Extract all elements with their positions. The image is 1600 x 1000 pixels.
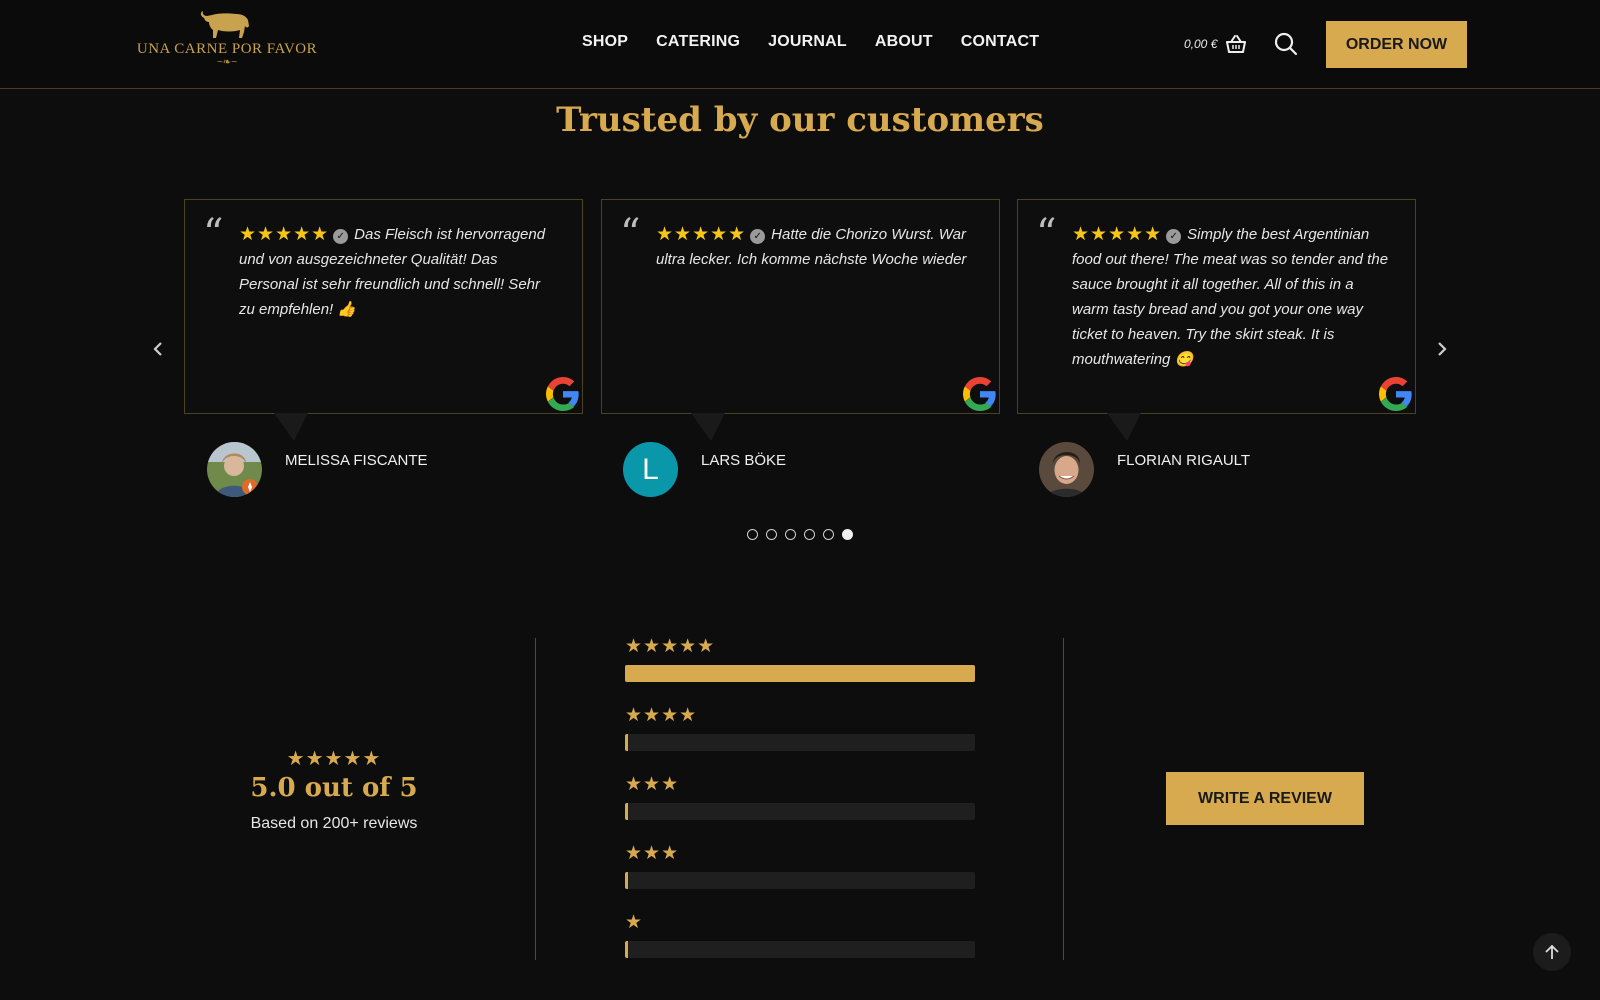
card-pointer (691, 413, 725, 441)
summary-stars: ★★★★★ (286, 748, 382, 770)
reviewer-name: FLORIAN RIGAULT (1117, 452, 1251, 469)
rating-stars: ★★★ (625, 843, 680, 864)
order-now-button[interactable]: ORDER NOW (1326, 21, 1467, 68)
reviewer-name: LARS BÖKE (701, 452, 787, 469)
quote-icon: “ (1036, 211, 1057, 257)
review-card: “ ★★★★★ ✓ Simply the best Argentinian food… (1017, 199, 1416, 414)
carousel-dot[interactable] (766, 529, 777, 540)
brand-name: UNA CARNE POR FAVOR (136, 41, 318, 57)
review-body: ★★★★★ ✓ Simply the best Argentinian food o… (1072, 222, 1392, 372)
rating-bar (625, 941, 975, 958)
rating-bar (625, 803, 975, 820)
divider (1063, 638, 1064, 960)
rating-row-2: ★★★ (625, 844, 975, 889)
bull-icon (200, 11, 249, 38)
basket-icon (1226, 35, 1247, 53)
verified-icon: ✓ (1166, 229, 1182, 244)
rating-bar-fill (625, 941, 628, 958)
carousel-dot-active[interactable] (842, 529, 853, 540)
cart-amount: 0,00 € (1184, 37, 1218, 51)
rating-bar (625, 665, 975, 682)
rating-stars: ★★★★★ (625, 636, 716, 657)
nav-journal[interactable]: JOURNAL (768, 33, 847, 51)
avatar: L (623, 442, 678, 497)
rating-row-1: ★ (625, 913, 975, 958)
site-header: UNA CARNE POR FAVOR ~❧~ SHOP CATERING JO… (0, 0, 1600, 89)
carousel-dot[interactable] (785, 529, 796, 540)
nav-shop[interactable]: SHOP (582, 33, 628, 51)
carousel-dot[interactable] (804, 529, 815, 540)
scroll-to-top-button[interactable] (1533, 933, 1571, 971)
avatar (1039, 442, 1094, 497)
card-pointer (274, 413, 308, 441)
rating-bar-fill (625, 803, 628, 820)
review-card: “ ★★★★★ ✓ Das Fleisch ist hervorragend und… (184, 199, 583, 414)
rating-row-5: ★★★★★ (625, 637, 975, 682)
reviewer: L LARS BÖKE (623, 442, 786, 497)
cart-button[interactable]: 0,00 € (1184, 34, 1247, 54)
write-review-button[interactable]: WRITE A REVIEW (1166, 772, 1364, 825)
rating-bar-fill (625, 734, 628, 751)
rating-bar-fill (625, 872, 628, 889)
rating-bar-fill (625, 665, 975, 682)
rating-bar (625, 872, 975, 889)
review-stars: ★★★★★ (239, 224, 330, 245)
review-card: “ ★★★★★ ✓ Hatte die Chorizo Wurst. War ult… (601, 199, 1000, 414)
card-pointer (1107, 413, 1141, 441)
rating-summary: ★★★★★ 5.0 out of 5 Based on 200+ reviews (234, 746, 434, 833)
carousel-dot[interactable] (747, 529, 758, 540)
rating-stars: ★★★ (625, 774, 680, 795)
logo-flourish-icon: ~❧~ (216, 57, 238, 68)
chevron-left-icon (153, 342, 162, 356)
review-body: ★★★★★ ✓ Das Fleisch ist hervorragend und v… (239, 222, 559, 322)
nav-catering[interactable]: CATERING (656, 33, 740, 51)
google-icon (546, 377, 579, 411)
carousel-next-button[interactable] (1432, 338, 1452, 360)
reviewer: FLORIAN RIGAULT (1039, 442, 1250, 497)
verified-icon: ✓ (333, 229, 349, 244)
brand-logo[interactable]: UNA CARNE POR FAVOR ~❧~ (132, 8, 322, 80)
summary-score: 5.0 out of 5 (250, 773, 418, 803)
rating-stars: ★★★★ (625, 705, 698, 726)
divider (535, 638, 536, 960)
search-button[interactable] (1274, 32, 1298, 56)
review-stars: ★★★★★ (1072, 224, 1163, 245)
reviewer-name: MELISSA FISCANTE (285, 452, 428, 469)
review-body: ★★★★★ ✓ Hatte die Chorizo Wurst. War ultra… (656, 222, 976, 272)
rating-row-3: ★★★ (625, 775, 975, 820)
main-nav: SHOP CATERING JOURNAL ABOUT CONTACT (582, 33, 1039, 51)
summary-count: Based on 200+ reviews (250, 815, 418, 832)
avatar (207, 442, 262, 497)
review-stars: ★★★★★ (656, 224, 747, 245)
chevron-right-icon (1438, 342, 1447, 356)
carousel-dot[interactable] (823, 529, 834, 540)
nav-contact[interactable]: CONTACT (961, 33, 1039, 51)
reviewer: MELISSA FISCANTE (207, 442, 428, 497)
nav-about[interactable]: ABOUT (875, 33, 933, 51)
rating-stars: ★ (625, 912, 644, 933)
arrow-up-icon (1545, 944, 1559, 959)
carousel-pagination (747, 529, 853, 540)
quote-icon: “ (620, 211, 641, 257)
search-icon (1274, 32, 1298, 56)
review-text: Simply the best Argentinian food out the… (1072, 226, 1389, 368)
section-title: Trusted by our customers (556, 100, 1044, 140)
quote-icon: “ (203, 211, 224, 257)
rating-bar (625, 734, 975, 751)
rating-row-4: ★★★★ (625, 706, 975, 751)
verified-icon: ✓ (750, 229, 766, 244)
carousel-prev-button[interactable] (148, 338, 168, 360)
google-icon (1379, 377, 1412, 411)
google-icon (963, 377, 996, 411)
